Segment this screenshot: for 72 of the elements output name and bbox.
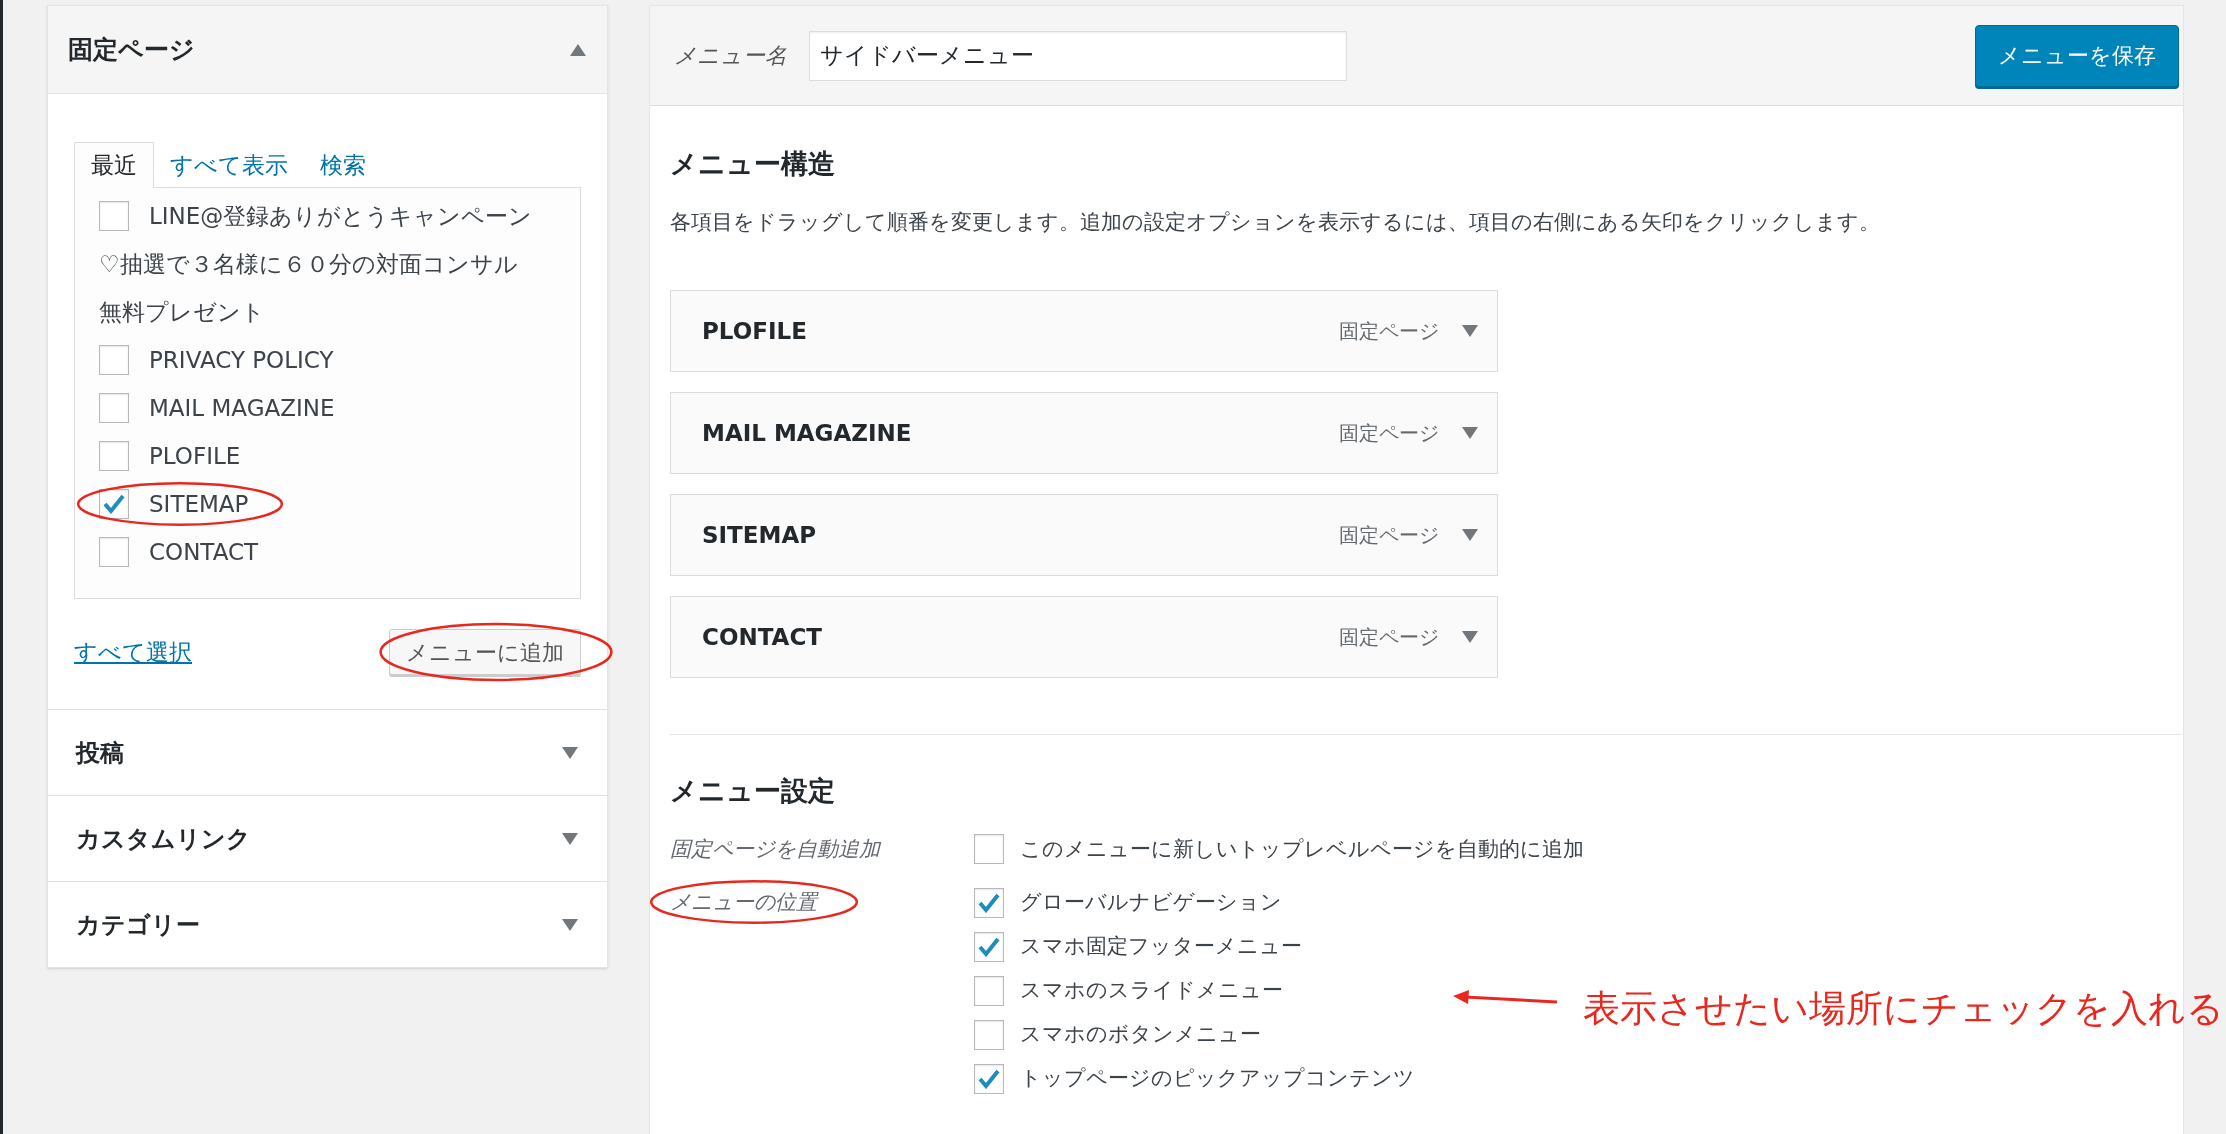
- checkbox[interactable]: [974, 1020, 1004, 1050]
- checkbox[interactable]: [974, 888, 1004, 918]
- menu-item-title: PLOFILE: [702, 316, 808, 346]
- accordion-section[interactable]: カテゴリー: [47, 882, 608, 968]
- menu-name-field[interactable]: サイドバーメニュー: [809, 30, 1347, 81]
- checkbox[interactable]: [974, 834, 1004, 865]
- check-icon: [978, 893, 1000, 913]
- menu-item-bar[interactable]: PLOFILE 固定ページ: [670, 290, 1498, 372]
- section-title: カスタムリンク: [76, 823, 251, 855]
- collapse-arrow-icon[interactable]: [569, 42, 587, 57]
- section-heading: メニュー設定: [670, 774, 836, 808]
- expand-arrow-icon[interactable]: [1461, 324, 1479, 338]
- checkbox[interactable]: [99, 201, 129, 231]
- expand-arrow-icon[interactable]: [561, 745, 579, 760]
- menu-item-title: CONTACT: [702, 622, 823, 652]
- checkbox[interactable]: [99, 393, 129, 423]
- menu-item-type: 固定ページ: [1339, 624, 1439, 651]
- checkbox[interactable]: [99, 441, 129, 471]
- menu-item-bar[interactable]: MAIL MAGAZINE 固定ページ: [670, 392, 1498, 474]
- menu-item-bar[interactable]: CONTACT 固定ページ: [670, 596, 1498, 678]
- panel-header[interactable]: 固定ページ: [48, 6, 607, 94]
- expand-arrow-icon[interactable]: [1461, 528, 1479, 542]
- section-heading: メニュー構造: [670, 147, 836, 181]
- save-menu-button[interactable]: メニューを保存: [1975, 24, 2179, 87]
- expand-arrow-icon[interactable]: [1461, 630, 1479, 644]
- tab[interactable]: 検索: [304, 142, 382, 188]
- menu-item-bar[interactable]: SITEMAP 固定ページ: [670, 494, 1498, 576]
- option-label: スマホ固定フッターメニュー: [1020, 933, 1302, 961]
- menu-item-title: SITEMAP: [702, 520, 818, 550]
- page-label: MAIL MAGAZINE: [149, 393, 335, 423]
- setting-label: メニューの位置: [670, 889, 817, 917]
- page-label: CONTACT: [149, 537, 259, 567]
- checkbox[interactable]: [974, 1064, 1004, 1094]
- page-label: SITEMAP: [149, 489, 249, 519]
- option-label: トップページのピックアップコンテンツ: [1020, 1065, 1415, 1093]
- checkbox[interactable]: [974, 932, 1004, 962]
- expand-arrow-icon[interactable]: [561, 917, 579, 932]
- tab[interactable]: すべて表示: [154, 142, 304, 188]
- check-icon: [978, 1069, 1000, 1089]
- checkbox[interactable]: [974, 976, 1004, 1006]
- setting-label: 固定ページを自動追加: [670, 835, 882, 863]
- check-icon: [978, 937, 1000, 957]
- menu-item-title: MAIL MAGAZINE: [702, 418, 913, 448]
- add-to-menu-button[interactable]: メニューに追加: [389, 629, 581, 675]
- check-icon: [103, 494, 125, 514]
- option-label: このメニューに新しいトップレベルページを自動的に追加: [1020, 835, 1584, 863]
- option-label: グローバルナビゲーション: [1020, 889, 1282, 917]
- checkbox[interactable]: [99, 537, 129, 567]
- section-title: 投稿: [76, 737, 124, 769]
- annotation-text: 表示させたい場所にチェックを入れる: [1583, 986, 2224, 1032]
- instruction-text: 各項目をドラッグして順番を変更します。追加の設定オプションを表示するには、項目の右側にある矢印をクリックします。: [670, 208, 1881, 236]
- panel-title: 固定ページ: [68, 33, 195, 66]
- tab[interactable]: 最近: [74, 142, 154, 188]
- accordion-section[interactable]: カスタムリンク: [47, 796, 608, 882]
- menu-name-label: メニュー名: [674, 42, 787, 70]
- page-label: 無料プレゼント: [99, 297, 265, 327]
- checkbox[interactable]: [99, 489, 129, 519]
- select-all-link[interactable]: すべて選択: [74, 634, 192, 670]
- menu-item-type: 固定ページ: [1339, 420, 1439, 447]
- checkbox[interactable]: [99, 345, 129, 375]
- expand-arrow-icon[interactable]: [1461, 426, 1479, 440]
- menu-item-type: 固定ページ: [1339, 318, 1439, 345]
- option-label: スマホのボタンメニュー: [1020, 1021, 1261, 1049]
- page-label: ♡抽選で３名様に６０分の対面コンサル: [99, 249, 518, 279]
- section-title: カテゴリー: [76, 909, 200, 941]
- page-label: LINE@登録ありがとうキャンペーン: [149, 201, 533, 231]
- menu-item-type: 固定ページ: [1339, 522, 1439, 549]
- page-label: PRIVACY POLICY: [149, 345, 334, 375]
- option-label: スマホのスライドメニュー: [1020, 977, 1283, 1005]
- accordion-section[interactable]: 投稿: [47, 710, 608, 796]
- page-label: PLOFILE: [149, 441, 241, 471]
- expand-arrow-icon[interactable]: [561, 831, 579, 846]
